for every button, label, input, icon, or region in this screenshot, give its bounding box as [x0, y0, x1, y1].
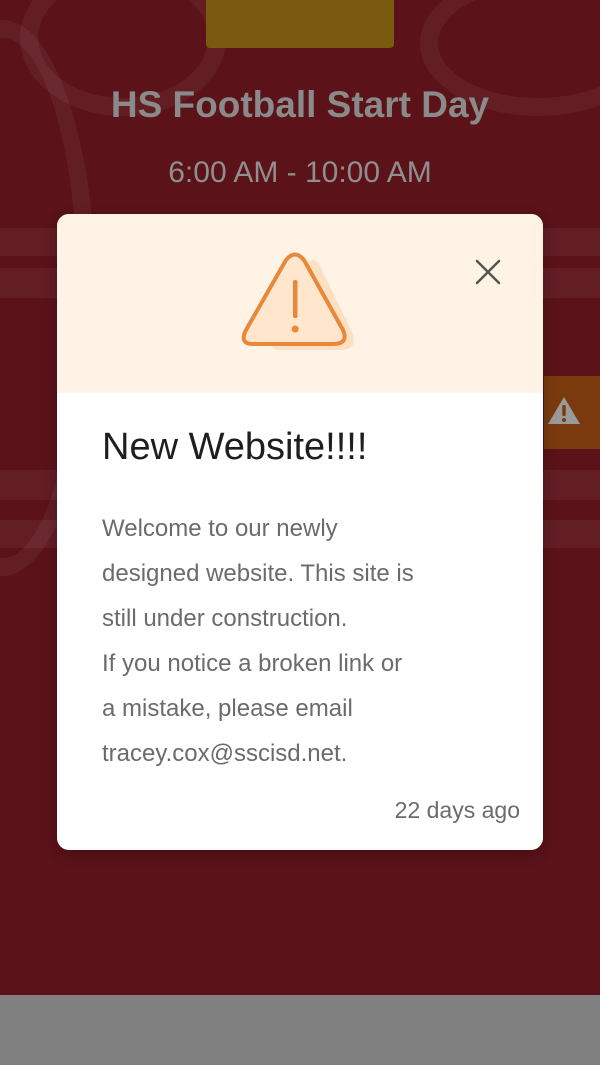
modal-message: Welcome to our newly designed website. T…	[102, 506, 512, 776]
modal-timestamp: 22 days ago	[394, 797, 520, 823]
alert-modal: New Website!!!! Welcome to our newly des…	[57, 214, 543, 850]
warning-triangle-icon	[241, 252, 354, 350]
event-title: HS Football Start Day	[110, 84, 490, 125]
event-time: 6:00 AM - 10:00 AM	[168, 156, 432, 189]
close-button[interactable]	[468, 252, 508, 292]
message-line: If you notice a broken link or	[102, 650, 403, 677]
modal-header	[57, 214, 543, 393]
top-gold-button[interactable]	[206, 0, 394, 48]
message-line: a mistake, please email	[102, 695, 353, 722]
footer-bar	[0, 995, 600, 1065]
side-alert-tab[interactable]	[544, 376, 600, 449]
modal-title: New Website!!!!	[102, 426, 368, 468]
close-icon	[475, 259, 501, 285]
message-line: designed website. This site is	[102, 560, 414, 587]
message-line: tracey.cox@sscisd.net.	[102, 740, 348, 767]
warning-icon	[548, 397, 580, 424]
message-line: Welcome to our newly	[102, 515, 338, 542]
message-line: still under construction.	[102, 605, 348, 632]
